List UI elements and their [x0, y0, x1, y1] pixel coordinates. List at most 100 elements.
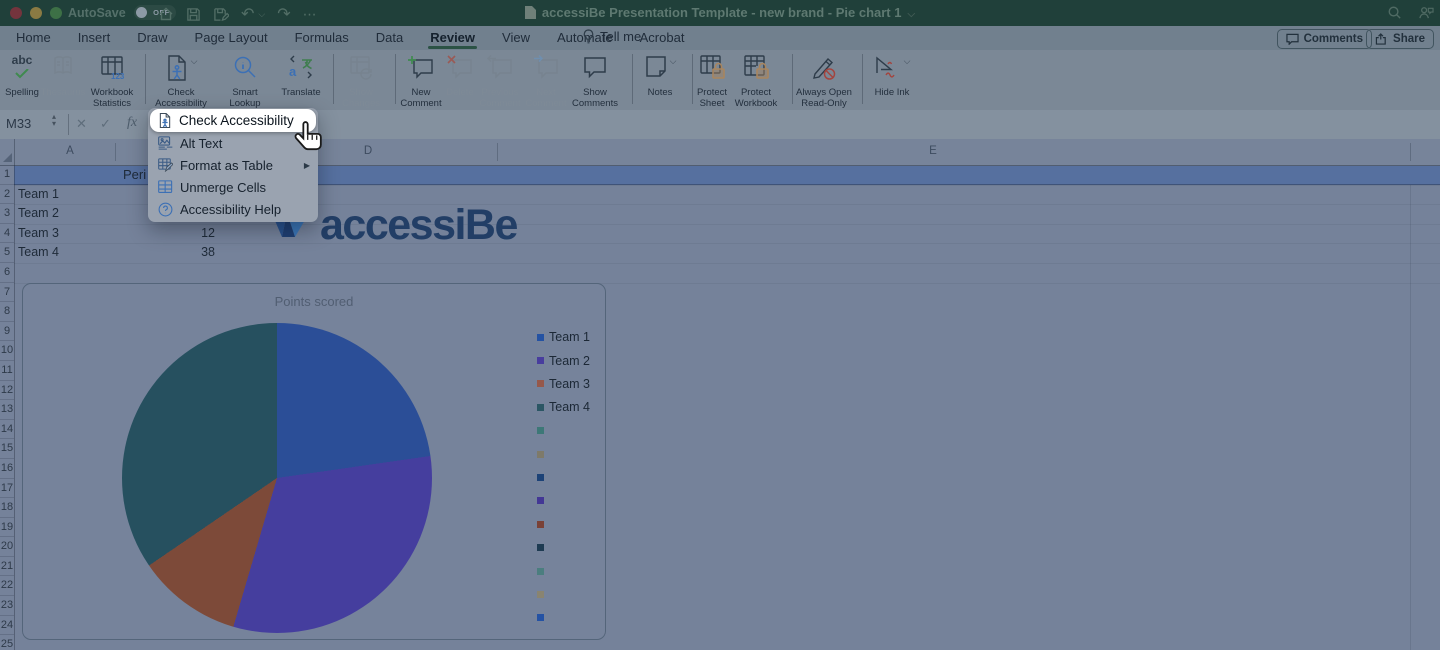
legend-swatch — [537, 334, 544, 341]
select-all-corner[interactable] — [0, 139, 15, 165]
legend-item[interactable] — [537, 425, 590, 437]
legend-item[interactable]: Team 2 — [537, 354, 590, 366]
share-button-label: Share — [1393, 33, 1425, 45]
cell-a5[interactable]: Team 4 — [18, 243, 59, 263]
alt-text-icon — [158, 136, 173, 150]
translate-icon: a — [288, 54, 314, 85]
row-header[interactable]: 20 — [0, 537, 14, 557]
row-header[interactable]: 11 — [0, 361, 14, 381]
legend-item[interactable] — [537, 448, 590, 460]
tell-me-control[interactable]: Tell me — [583, 29, 641, 44]
format-as-table-icon — [158, 158, 173, 172]
legend-item[interactable] — [537, 565, 590, 577]
row-header[interactable]: 8 — [0, 302, 14, 322]
ribbon-tab[interactable]: Home — [16, 26, 51, 50]
legend-item[interactable]: Team 3 — [537, 378, 590, 390]
ribbon-tab[interactable]: View — [502, 26, 530, 50]
share-icon — [1375, 33, 1388, 45]
ribbon-tab[interactable]: Acrobat — [640, 26, 685, 50]
legend-item[interactable] — [537, 542, 590, 554]
ribbon-tab[interactable]: Review — [430, 26, 475, 50]
legend-swatch — [537, 357, 544, 364]
document-icon — [525, 6, 536, 22]
hide-ink-button[interactable]: ⌵ Hide Ink — [850, 54, 934, 98]
comments-button[interactable]: Comments — [1277, 29, 1372, 49]
menu-item-format-as-table[interactable]: Format as Table ▶ — [148, 154, 318, 176]
legend-swatch — [537, 614, 544, 621]
row-header[interactable]: 14 — [0, 420, 14, 440]
excel-window: AutoSave OFF ↶ ⌵ ↷ ⋯ accessiBe Presentat… — [0, 0, 1440, 650]
ribbon: abc Spelling Thesaurus 123 WorkbookStati… — [0, 50, 1440, 110]
profile-icon[interactable] — [1418, 5, 1434, 25]
row-header[interactable]: 25 — [0, 635, 14, 650]
cancel-icon: ✕ — [76, 116, 87, 132]
chevron-down-icon: ⌵ — [191, 56, 198, 67]
row-header[interactable]: 13 — [0, 400, 14, 420]
cell-c5[interactable]: 38 — [160, 243, 215, 263]
row-header[interactable]: 9 — [0, 322, 14, 342]
legend-item[interactable] — [537, 612, 590, 624]
row-header[interactable]: 5 — [0, 243, 14, 263]
name-box-stepper[interactable]: ▴▾ — [52, 113, 56, 127]
legend-swatch — [537, 591, 544, 598]
chart-legend: Team 1 Team 2 Team 3 Team 4 — [537, 331, 590, 624]
column-header-a[interactable]: A — [66, 145, 74, 157]
row-header[interactable]: 6 — [0, 263, 14, 283]
legend-item[interactable]: Team 1 — [537, 331, 590, 343]
legend-item[interactable] — [537, 588, 590, 600]
row-header[interactable]: 3 — [0, 204, 14, 224]
row-header[interactable]: 19 — [0, 518, 14, 538]
row-header[interactable]: 4 — [0, 224, 14, 244]
show-changes-icon — [348, 54, 374, 85]
menu-item-label: Accessibility Help — [180, 202, 281, 217]
chart-card[interactable]: Points scored Team 1 Team 2 — [22, 283, 606, 640]
share-button[interactable]: Share — [1366, 29, 1434, 49]
row-header[interactable]: 17 — [0, 479, 14, 499]
read-only-icon — [810, 54, 838, 87]
search-icon[interactable] — [1387, 5, 1402, 25]
insert-function-icon[interactable]: fx — [127, 115, 137, 131]
legend-item[interactable]: Team 4 — [537, 401, 590, 413]
row-header[interactable]: 24 — [0, 616, 14, 636]
row-header[interactable]: 12 — [0, 381, 14, 401]
pie-chart[interactable] — [122, 323, 432, 633]
row-header[interactable]: 16 — [0, 459, 14, 479]
legend-item[interactable] — [537, 518, 590, 530]
cell-c4[interactable]: 12 — [160, 224, 215, 244]
ribbon-tab[interactable]: Page Layout — [195, 26, 268, 50]
legend-label: Team 2 — [549, 354, 590, 368]
legend-item[interactable] — [537, 471, 590, 483]
cell-a3[interactable]: Team 2 — [18, 204, 59, 224]
unmerge-cells-icon — [158, 180, 173, 194]
ribbon-tab[interactable]: Draw — [137, 26, 167, 50]
title-chevron-icon[interactable]: ⌵ — [907, 9, 915, 20]
menu-item-accessibility-help[interactable]: Accessibility Help — [148, 198, 318, 220]
cell-b1[interactable]: Peri — [123, 165, 146, 185]
hide-ink-icon — [874, 54, 902, 85]
row-header[interactable]: 10 — [0, 341, 14, 361]
row-headers[interactable]: 1234567891011121314151617181920212223242… — [0, 165, 15, 650]
legend-item[interactable] — [537, 495, 590, 507]
menu-item-label: Check Accessibility — [179, 113, 294, 128]
column-header-e[interactable]: E — [929, 145, 937, 157]
legend-label: Team 1 — [549, 330, 590, 344]
row-header[interactable]: 1 — [0, 165, 14, 185]
row-header[interactable]: 7 — [0, 283, 14, 303]
column-header-d[interactable]: D — [364, 145, 372, 157]
name-box[interactable]: M33 — [6, 116, 31, 131]
cell-a2[interactable]: Team 1 — [18, 185, 59, 205]
menu-item-label: Unmerge Cells — [180, 180, 266, 195]
ribbon-tab[interactable]: Data — [376, 26, 403, 50]
cell-a4[interactable]: Team 3 — [18, 224, 59, 244]
menu-item-unmerge-cells[interactable]: Unmerge Cells — [148, 176, 318, 198]
formula-input[interactable] — [150, 110, 1432, 139]
row-header[interactable]: 2 — [0, 185, 14, 205]
row-header[interactable]: 18 — [0, 498, 14, 518]
ribbon-tab[interactable]: Formulas — [295, 26, 349, 50]
check-accessibility-icon — [165, 54, 189, 87]
row-header[interactable]: 22 — [0, 576, 14, 596]
row-header[interactable]: 21 — [0, 557, 14, 577]
row-header[interactable]: 15 — [0, 439, 14, 459]
ribbon-tab[interactable]: Insert — [78, 26, 111, 50]
row-header[interactable]: 23 — [0, 596, 14, 616]
